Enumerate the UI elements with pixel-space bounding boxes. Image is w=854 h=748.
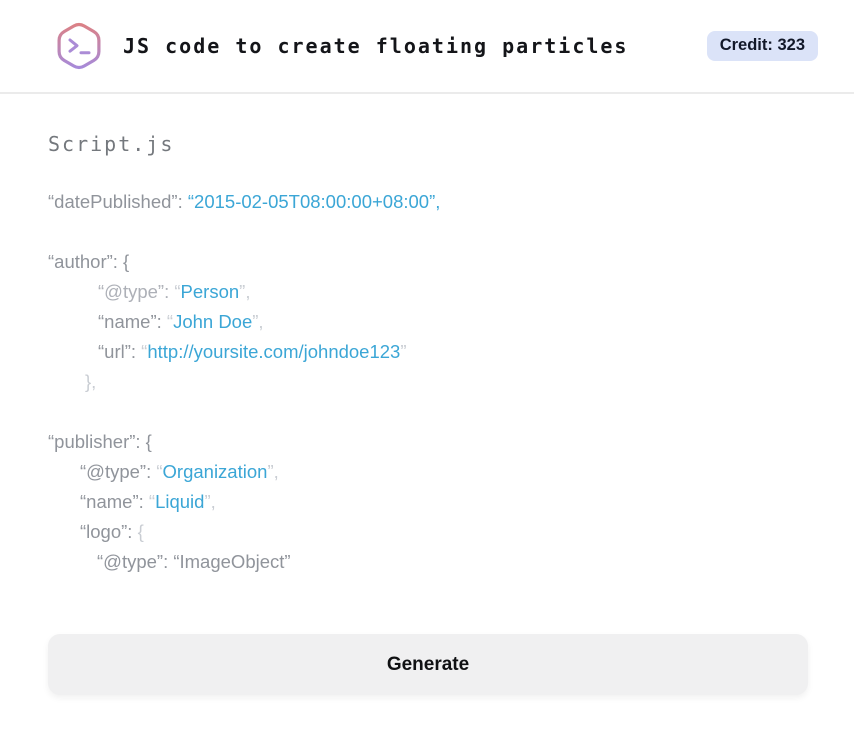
code-line: “@type”: “ImageObject” — [97, 551, 291, 572]
main-content: Script.js “datePublished”: “2015-02-05T0… — [0, 132, 854, 695]
code-line: “publisher”: { — [48, 431, 152, 452]
code-line: “@type”: “Person”, — [98, 281, 251, 302]
code-line: “datePublished”: “2015-02-05T08:00:00+08… — [48, 191, 441, 212]
credit-badge: Credit: 323 — [706, 31, 818, 61]
code-line: }, — [85, 371, 97, 392]
code-line: “url”: “http://yoursite.com/johndoe123” — [98, 341, 407, 362]
code-line: “logo”: { — [80, 521, 144, 542]
code-line: “name”: “Liquid”, — [80, 491, 216, 512]
header: JS code to create floating particles Cre… — [0, 0, 854, 94]
file-title: Script.js — [48, 132, 175, 156]
code-line: “name”: “John Doe”, — [98, 311, 264, 332]
generate-button[interactable]: Generate — [48, 634, 808, 695]
terminal-prompt-hexagon-icon — [55, 20, 103, 72]
code-line: “author”: { — [48, 251, 130, 272]
code-block: “datePublished”: “2015-02-05T08:00:00+08… — [48, 187, 808, 577]
code-line: “@type”: “Organization”, — [80, 461, 279, 482]
page-title: JS code to create floating particles — [123, 34, 629, 58]
